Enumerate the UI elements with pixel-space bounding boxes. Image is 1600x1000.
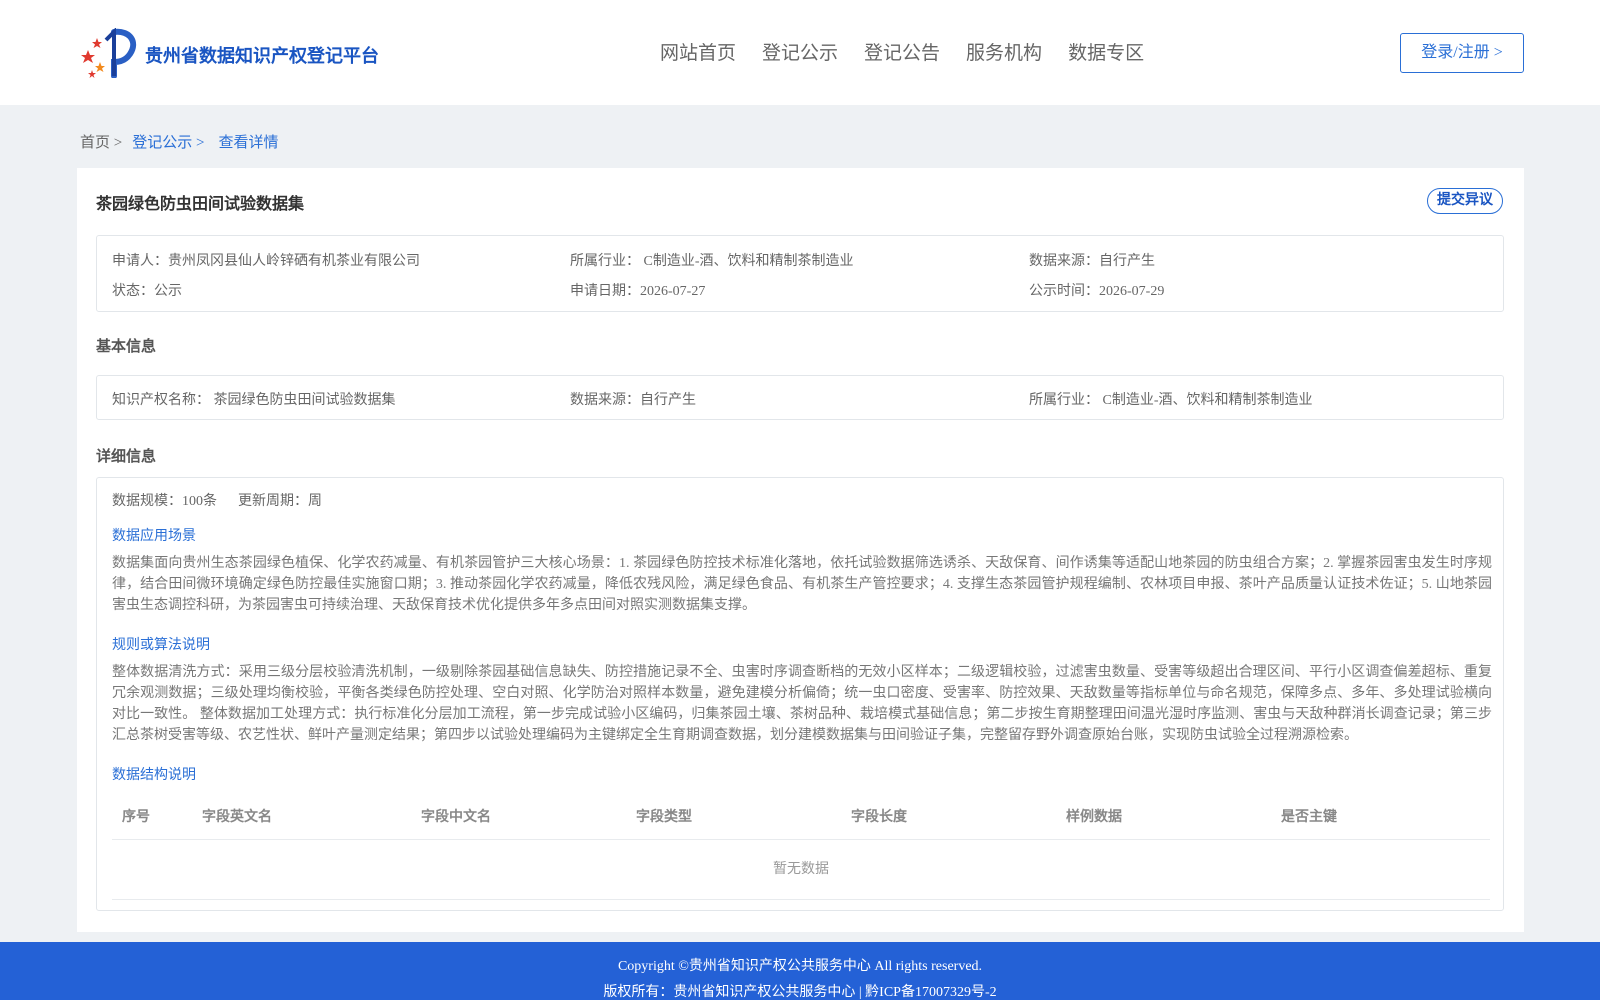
footer-copyright: Copyright ©贵州省知识产权公共服务中心 All rights rese…: [617, 959, 983, 974]
summary-box: 申请人：贵州凤冈县仙人岭锌硒有机茶业有限公司 所属行业： C制造业-酒、饮料和精…: [96, 235, 1504, 312]
data-scale-field: 数据规模：100条: [112, 494, 217, 509]
platform-logo-icon[interactable]: [80, 28, 138, 78]
column-header-index: 序号: [122, 810, 150, 825]
breadcrumb-home[interactable]: 首页 >: [80, 135, 122, 151]
rules-title: 规则或算法说明: [112, 638, 210, 653]
login-register-button[interactable]: 登录/注册 >: [1400, 33, 1524, 73]
main-nav: 网站首页 登记公示 登记公告 服务机构 数据专区: [660, 38, 1144, 65]
submit-objection-button[interactable]: 提交异议: [1427, 188, 1503, 214]
source-field: 数据来源：自行产生: [1029, 254, 1155, 269]
nav-item-registration-announcement[interactable]: 登记公告: [864, 38, 940, 65]
basic-source-field: 数据来源：自行产生: [570, 393, 696, 408]
apply-date-field: 申请日期：2026-07-27: [570, 284, 706, 299]
applicant-field: 申请人：贵州凤冈县仙人岭锌硒有机茶业有限公司: [112, 254, 420, 269]
nav-item-data-zone[interactable]: 数据专区: [1068, 38, 1144, 65]
detail-card: 茶园绿色防虫田间试验数据集 提交异议 申请人：贵州凤冈县仙人岭锌硒有机茶业有限公…: [77, 168, 1524, 932]
column-header-field-length: 字段长度: [851, 810, 907, 825]
table-empty-state: 暂无数据: [112, 840, 1490, 900]
scenario-text: 数据集面向贵州生态茶园绿色植保、化学农药减量、有机茶园管护三大核心场景：1. 茶…: [112, 556, 1492, 613]
status-field: 状态：公示: [112, 284, 182, 299]
detail-info-title: 详细信息: [96, 449, 157, 465]
nav-item-registration-publicity[interactable]: 登记公示: [762, 38, 838, 65]
column-header-sample-data: 样例数据: [1066, 810, 1122, 825]
scenario-title: 数据应用场景: [112, 529, 196, 544]
basic-industry-field: 所属行业： C制造业-酒、饮料和精制茶制造业: [1029, 393, 1313, 408]
page-footer: Copyright ©贵州省知识产权公共服务中心 All rights rese…: [0, 942, 1600, 1000]
basic-info-title: 基本信息: [96, 339, 157, 355]
detail-info-box: 数据规模：100条 更新周期：周 数据应用场景 数据集面向贵州生态茶园绿色植保、…: [96, 477, 1504, 911]
update-cycle-field: 更新周期：周: [238, 494, 322, 509]
breadcrumb: 首页 > 登记公示 > 查看详情: [80, 131, 278, 152]
structure-table-header: 序号 字段英文名 字段中文名 字段类型 字段长度 样例数据 是否主键: [112, 800, 1490, 840]
industry-field: 所属行业： C制造业-酒、饮料和精制茶制造业: [570, 254, 854, 269]
basic-info-box: 知识产权名称： 茶园绿色防虫田间试验数据集 数据来源：自行产生 所属行业： C制…: [96, 375, 1504, 420]
nav-item-service-agencies[interactable]: 服务机构: [966, 38, 1042, 65]
breadcrumb-section[interactable]: 登记公示 >: [132, 135, 204, 151]
column-header-primary-key: 是否主键: [1281, 810, 1337, 825]
footer-owner[interactable]: 版权所有：贵州省知识产权公共服务中心 | 黔ICP备17007329号-2: [0, 981, 1600, 1000]
column-header-field-type: 字段类型: [636, 810, 692, 825]
top-header: 贵州省数据知识产权登记平台 网站首页 登记公示 登记公告 服务机构 数据专区 登…: [0, 0, 1600, 105]
rules-text: 整体数据清洗方式：采用三级分层校验清洗机制，一级剔除茶园基础信息缺失、防控措施记…: [112, 665, 1492, 743]
dataset-title: 茶园绿色防虫田间试验数据集: [96, 196, 305, 213]
breadcrumb-current: 查看详情: [218, 135, 279, 151]
site-title[interactable]: 贵州省数据知识产权登记平台: [145, 42, 379, 68]
column-header-chinese-name: 字段中文名: [421, 810, 491, 825]
publish-date-field: 公示时间：2026-07-29: [1029, 284, 1165, 299]
structure-title: 数据结构说明: [112, 768, 196, 783]
ip-name-field: 知识产权名称： 茶园绿色防虫田间试验数据集: [112, 393, 396, 408]
column-header-english-name: 字段英文名: [202, 810, 272, 825]
nav-item-home[interactable]: 网站首页: [660, 38, 736, 65]
